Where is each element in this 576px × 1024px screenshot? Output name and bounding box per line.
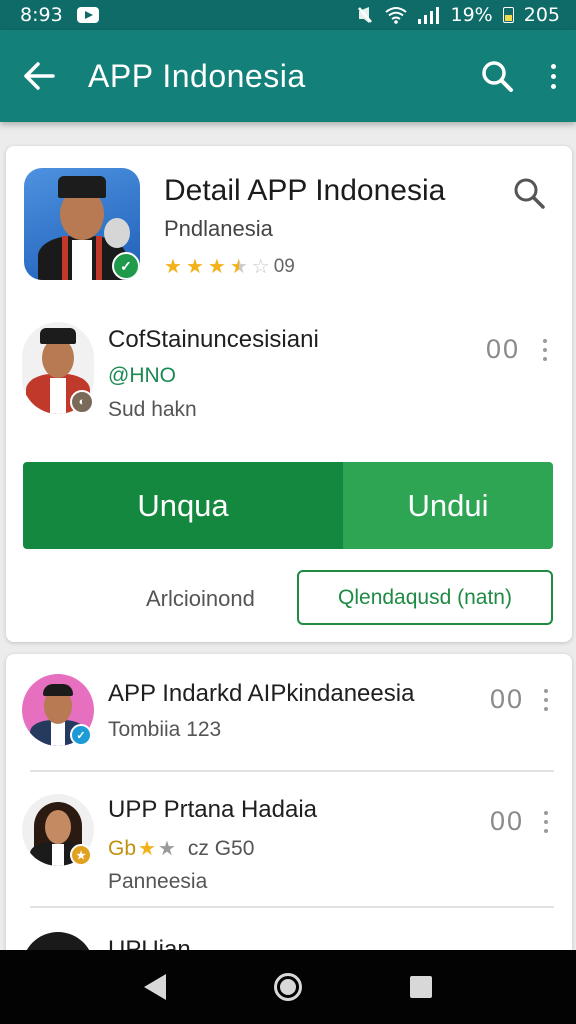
featured-meta: Sud hakn xyxy=(108,398,197,421)
featured-handle: @HNO xyxy=(108,364,176,387)
wifi-icon xyxy=(384,7,407,24)
star-empty-icon: ★ xyxy=(157,838,176,860)
app-bar: APP Indonesia xyxy=(0,30,576,122)
star-empty-icon: ☆ xyxy=(251,256,270,278)
list-item-sub-2: Panneesia xyxy=(108,870,208,893)
detail-rating: ★ ★ ★ ★ ☆ 09 xyxy=(164,254,295,279)
list-item-menu-icon-2[interactable] xyxy=(541,811,551,833)
search-icon[interactable] xyxy=(480,59,514,93)
detail-title: Detail APP Indonesia xyxy=(164,174,446,207)
install-primary[interactable]: Unqua xyxy=(23,462,343,549)
status-bar: 8:93 19% 205 xyxy=(0,0,576,30)
featured-menu-icon[interactable] xyxy=(540,339,550,361)
app-icon: ✓ xyxy=(24,168,140,280)
verified-badge-icon: ✓ xyxy=(112,252,140,280)
install-button[interactable]: Unqua Undui xyxy=(23,462,553,549)
signal-icon xyxy=(417,7,439,24)
list-item-rating-2: Gb ★ ★ cz G50 xyxy=(108,836,254,861)
list-item-menu-icon-1[interactable] xyxy=(541,689,551,711)
star-icon: ★ xyxy=(164,256,182,278)
star-icon: ★ xyxy=(207,256,226,278)
back-arrow-icon[interactable] xyxy=(22,61,56,91)
card-search-icon[interactable] xyxy=(512,176,546,210)
nav-home-icon[interactable] xyxy=(274,973,302,1001)
list-item-sub-1: Tombiia 123 xyxy=(108,718,222,741)
status-time: 8:93 xyxy=(20,4,63,26)
list-item-title-1: APP Indarkd AIPkindaneesia xyxy=(108,680,415,707)
list-item-count-1: 00 xyxy=(490,684,525,714)
battery-percent: 19% xyxy=(450,4,493,26)
app-detail-card: ✓ Detail APP Indonesia Pndlanesia ★ ★ ★ … xyxy=(6,146,572,642)
featured-badge-icon: ◐ xyxy=(70,390,94,414)
nav-recents-icon[interactable] xyxy=(410,976,432,998)
status-extra: 205 xyxy=(523,4,560,26)
list-divider xyxy=(30,906,554,908)
list-badge-icon-1: ✓ xyxy=(70,724,92,746)
overflow-menu-icon[interactable] xyxy=(548,63,558,89)
star-half-icon: ★ xyxy=(229,256,248,278)
battery-icon xyxy=(502,7,514,23)
list-item-title-2: UPP Prtana Hadaia xyxy=(108,796,318,823)
rating-value: 09 xyxy=(273,255,295,277)
app-list-card: ✓ APP Indarkd AIPkindaneesia Tombiia 123… xyxy=(6,654,572,1004)
outline-button[interactable]: Qlendaqusd (natn) xyxy=(297,570,553,625)
app-bar-title: APP Indonesia xyxy=(88,57,306,94)
list-item-rating-suffix-2: cz G50 xyxy=(187,836,255,860)
system-nav-bar xyxy=(0,950,576,1024)
list-item-rating-prefix-2: Gb xyxy=(108,836,137,860)
nav-back-icon[interactable] xyxy=(144,974,166,1000)
star-icon: ★ xyxy=(185,256,204,278)
secondary-link[interactable]: Arlcioinond xyxy=(146,586,255,612)
install-secondary[interactable]: Undui xyxy=(343,462,553,549)
mute-icon xyxy=(357,7,372,23)
list-item-count-2: 00 xyxy=(490,806,525,836)
list-badge-icon-2: ★ xyxy=(70,844,92,866)
detail-subtitle: Pndlanesia xyxy=(164,216,273,241)
featured-title: CofStainuncesisiani xyxy=(108,326,319,353)
featured-count: 00 xyxy=(486,334,521,364)
star-icon: ★ xyxy=(138,838,156,860)
list-divider xyxy=(30,770,554,772)
youtube-notification-icon xyxy=(76,7,99,23)
